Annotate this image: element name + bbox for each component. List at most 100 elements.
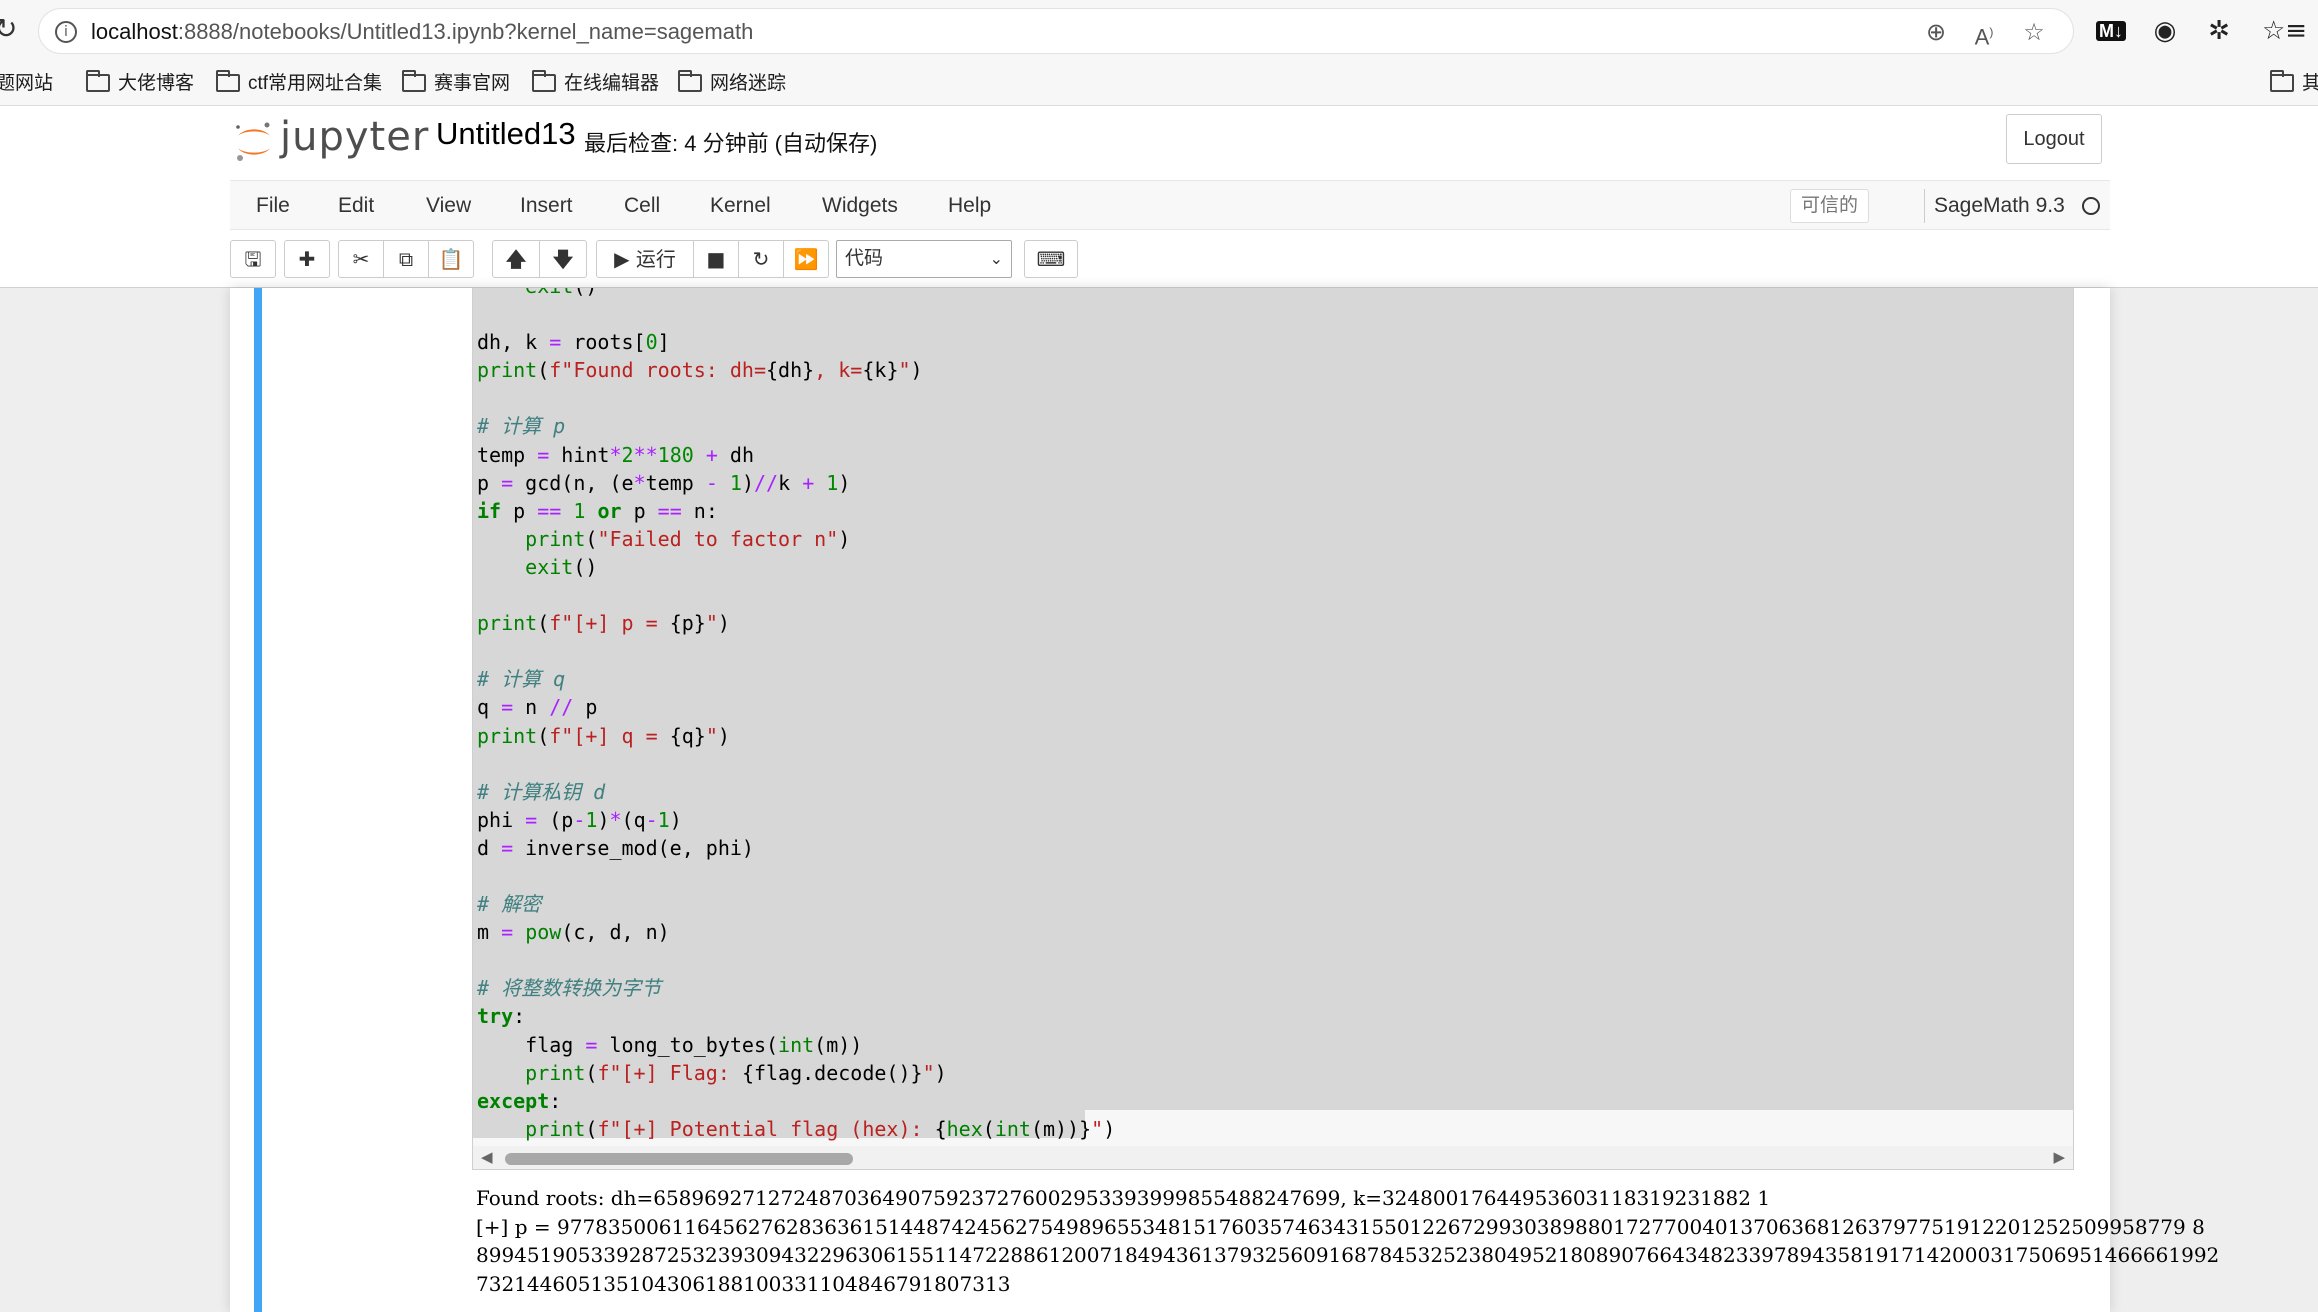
code-line: except:: [477, 1088, 562, 1113]
scissors-icon: ✂: [352, 247, 370, 271]
code-line: temp = hint*2**180 + dh: [477, 442, 755, 467]
bookmark-3[interactable]: 赛事官网: [402, 68, 510, 100]
bookmark-label: 网络迷踪: [710, 73, 787, 94]
run-button[interactable]: ▶ 运行: [596, 240, 694, 278]
menu-bar: File Edit View Insert Cell Kernel Widget…: [230, 180, 2110, 230]
restart-button[interactable]: ↻: [738, 240, 784, 278]
code-line: phi = (p-1)*(q-1): [477, 807, 682, 832]
save-button[interactable]: 🖫: [230, 240, 276, 278]
cell-output: Found roots: dh=658969271272487036490759…: [476, 1184, 2220, 1298]
trusted-badge[interactable]: 可信的: [1790, 189, 1870, 223]
bookmark-1[interactable]: 大佬博客: [86, 68, 194, 100]
extensions-puzzle-icon[interactable]: ✲: [2202, 14, 2236, 48]
menu-view[interactable]: View: [426, 181, 471, 231]
code-line: exit(): [477, 288, 597, 298]
code-line: print("Failed to factor n"): [525, 526, 851, 551]
kernel-name[interactable]: SageMath 9.3: [1934, 181, 2065, 231]
bookmark-0[interactable]: 题网站: [0, 68, 53, 100]
code-line: d = inverse_mod(e, phi): [477, 835, 754, 860]
favorites-list-icon[interactable]: ☆≡: [2262, 14, 2307, 48]
read-aloud-icon[interactable]: A): [1969, 17, 1999, 49]
logout-button[interactable]: Logout: [2006, 114, 2102, 164]
code-line: print(f"[+] q = {q}"): [477, 723, 730, 748]
cell-type-select[interactable]: 代码 ⌄: [836, 240, 1012, 278]
output-line: Found roots: dh=658969271272487036490759…: [476, 1186, 1771, 1210]
folder-icon: [532, 70, 556, 92]
jupyter-logo[interactable]: jupyter: [234, 114, 428, 170]
folder-icon: [678, 70, 702, 92]
menu-widgets[interactable]: Widgets: [822, 181, 898, 231]
code-cell-input[interactable]: exit() dh, k = roots[0] print(f"Found ro…: [472, 288, 2074, 1170]
code-line: flag = long_to_bytes(int(m)): [477, 1032, 863, 1057]
stop-icon: ■: [706, 247, 726, 271]
restart-run-all-button[interactable]: ⏩: [783, 240, 829, 278]
play-icon: ▶: [614, 247, 630, 271]
scrollbar-thumb[interactable]: [505, 1153, 853, 1165]
code-line: dh, k = roots[0]: [477, 330, 670, 355]
menu-cell[interactable]: Cell: [624, 181, 660, 231]
interrupt-button[interactable]: ■: [693, 240, 739, 278]
copy-button[interactable]: ⧉: [383, 240, 429, 278]
menu-help[interactable]: Help: [948, 181, 991, 231]
address-row: ↻ i localhost:8888/notebooks/Untitled13.…: [0, 0, 2318, 62]
bookmark-label: 其: [2302, 73, 2318, 94]
insert-cell-button[interactable]: ✚: [284, 240, 330, 278]
code-line: # 计算 q: [477, 667, 566, 692]
bookmark-label: 大佬博客: [118, 73, 195, 94]
cell-type-value: 代码: [845, 248, 884, 269]
code-line: # 将整数转换为字节: [477, 976, 662, 1001]
arrow-up-icon: 🡅: [505, 247, 527, 271]
bookmark-label: 赛事官网: [434, 73, 511, 94]
move-down-button[interactable]: 🡇: [539, 240, 587, 278]
keyboard-icon: ⌨: [1036, 247, 1066, 271]
menu-file[interactable]: File: [256, 181, 290, 231]
command-palette-button[interactable]: ⌨: [1024, 240, 1078, 278]
move-up-button[interactable]: 🡅: [492, 240, 540, 278]
bookmark-2[interactable]: ctf常用网址合集: [216, 68, 382, 100]
output-line: 8994519053392872532393094322963061551147…: [476, 1243, 2220, 1267]
url-text[interactable]: localhost:8888/notebooks/Untitled13.ipyn…: [91, 19, 753, 45]
menu-kernel[interactable]: Kernel: [710, 181, 771, 231]
code-line: print(f"[+] Flag: {flag.decode()}"): [525, 1060, 947, 1085]
zoom-icon[interactable]: ⊕: [1921, 17, 1951, 47]
site-info-icon[interactable]: i: [55, 21, 77, 43]
cut-button[interactable]: ✂: [338, 240, 384, 278]
url-path: :8888/notebooks/Untitled13.ipynb?kernel_…: [177, 19, 754, 44]
run-label: 运行: [635, 249, 676, 271]
code-line: # 计算私钥 d: [477, 779, 606, 804]
bookmark-6[interactable]: 其: [2270, 68, 2318, 100]
favorite-star-icon[interactable]: ☆: [2019, 17, 2049, 47]
code-line: try:: [477, 1004, 526, 1029]
paste-icon: 📋: [438, 247, 464, 271]
folder-icon: [402, 70, 426, 92]
code-line: print(f"Found roots: dh={dh}, k={k}"): [477, 358, 923, 383]
horizontal-scrollbar[interactable]: ◀ ▶: [473, 1146, 2073, 1169]
browser-chrome: ↻ i localhost:8888/notebooks/Untitled13.…: [0, 0, 2318, 106]
notebook-title[interactable]: Untitled13: [436, 116, 576, 152]
bookmarks-bar: 题网站 大佬博客 ctf常用网址合集 赛事官网 在线编辑器 网络迷踪 其: [0, 62, 2318, 106]
code-line: # 计算 p: [477, 414, 566, 439]
extension-md-icon[interactable]: M↓: [2094, 14, 2128, 48]
extension-circle-icon[interactable]: ◉: [2148, 14, 2182, 48]
reload-icon[interactable]: ↻: [0, 14, 24, 44]
code-line: exit(): [525, 554, 598, 579]
folder-icon: [216, 70, 240, 92]
scroll-left-icon[interactable]: ◀: [481, 1148, 493, 1166]
jupyter-header: jupyter Untitled13 最后检查: 4 分钟前 (自动保存) Lo…: [0, 106, 2318, 288]
chevron-down-icon: ⌄: [989, 249, 1003, 268]
bookmark-label: 在线编辑器: [564, 73, 660, 94]
code-line: print(f"[+] Potential flag (hex): {hex(i…: [525, 1116, 1116, 1141]
code-editor[interactable]: exit() dh, k = roots[0] print(f"Found ro…: [477, 288, 1115, 1143]
code-line: q = n // p: [477, 695, 598, 720]
menu-edit[interactable]: Edit: [338, 181, 374, 231]
bookmark-4[interactable]: 在线编辑器: [532, 68, 659, 100]
folder-icon: [86, 70, 110, 92]
scroll-right-icon[interactable]: ▶: [2053, 1148, 2065, 1166]
bookmark-5[interactable]: 网络迷踪: [678, 68, 786, 100]
notebook-toolbar: 🖫 ✚ ✂ ⧉ 📋 🡅 🡇 ▶ 运行 ■ ↻ ⏩ 代码 ⌄ ⌨: [230, 238, 2110, 282]
paste-button[interactable]: 📋: [428, 240, 474, 278]
code-line: print(f"[+] p = {p}"): [477, 611, 730, 636]
menu-insert[interactable]: Insert: [520, 181, 573, 231]
address-bar[interactable]: i localhost:8888/notebooks/Untitled13.ip…: [38, 8, 2074, 54]
kernel-status-icon: [2082, 197, 2100, 215]
